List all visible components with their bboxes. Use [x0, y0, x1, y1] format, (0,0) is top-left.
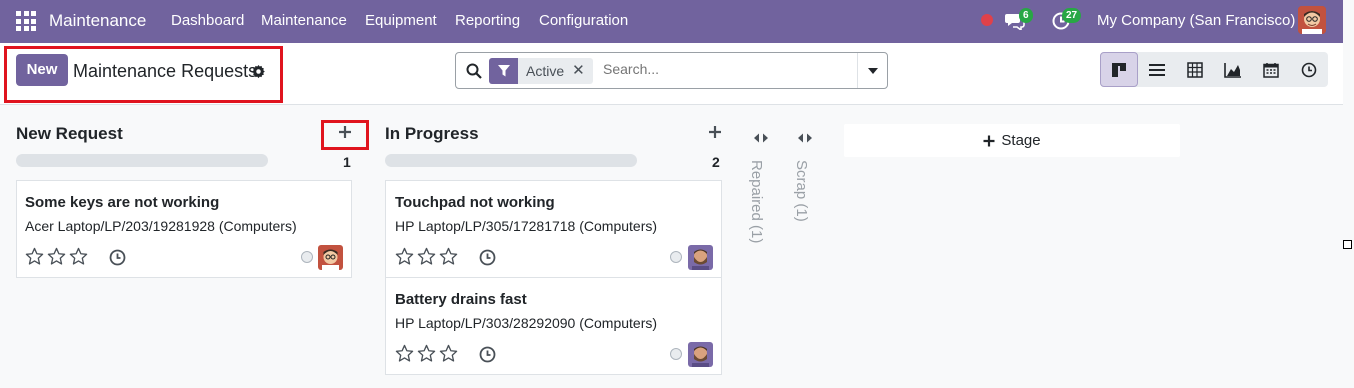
star-icon[interactable] — [395, 247, 414, 266]
menu-configuration[interactable]: Configuration — [539, 12, 628, 29]
list-view-icon[interactable] — [1138, 52, 1176, 87]
column-progress-bar[interactable] — [385, 154, 637, 167]
avatar[interactable] — [318, 245, 343, 270]
folded-column-scrap[interactable]: Scrap (1) — [793, 160, 810, 222]
calendar-view-icon[interactable] — [1252, 52, 1290, 87]
status-dot-icon[interactable] — [981, 14, 993, 26]
activity-clock-icon[interactable] — [479, 346, 496, 363]
kanban-state-dot[interactable] — [670, 251, 682, 263]
facet-remove-icon[interactable]: ✕ — [572, 58, 593, 84]
priority-stars[interactable] — [395, 247, 458, 266]
company-switcher[interactable]: My Company (San Francisco) — [1097, 12, 1295, 29]
star-icon[interactable] — [395, 344, 414, 363]
unfold-arrows-icon[interactable] — [753, 132, 769, 144]
star-icon[interactable] — [47, 247, 66, 266]
graph-view-icon[interactable] — [1214, 52, 1252, 87]
column-count: 1 — [343, 154, 351, 170]
column-title: In Progress — [385, 124, 479, 143]
view-switcher — [1100, 52, 1328, 87]
app-name[interactable]: Maintenance — [49, 11, 146, 31]
menu-maintenance[interactable]: Maintenance — [261, 12, 347, 29]
search-bar[interactable]: Active ✕ — [455, 52, 888, 89]
unfold-arrows-icon[interactable] — [797, 132, 813, 144]
search-options-toggle[interactable] — [857, 53, 887, 88]
menu-reporting[interactable]: Reporting — [455, 12, 520, 29]
star-icon[interactable] — [417, 344, 436, 363]
activities-badge: 27 — [1062, 8, 1082, 23]
facet-label: Active — [526, 63, 565, 79]
plus-icon — [983, 135, 995, 146]
avatar[interactable] — [688, 342, 713, 367]
add-card-plus-icon[interactable] — [337, 124, 353, 140]
card-title: Touchpad not working — [395, 194, 555, 211]
kanban-card[interactable]: Battery drains fast HP Laptop/LP/303/282… — [385, 277, 722, 375]
activity-view-icon[interactable] — [1290, 52, 1328, 87]
pivot-view-icon[interactable] — [1176, 52, 1214, 87]
star-icon[interactable] — [69, 247, 88, 266]
add-stage-button[interactable]: Stage — [844, 124, 1180, 157]
highlight-box — [4, 46, 283, 103]
kanban-card[interactable]: Some keys are not working Acer Laptop/LP… — [16, 180, 352, 278]
menu-equipment[interactable]: Equipment — [365, 12, 437, 29]
kanban-state-dot[interactable] — [670, 348, 682, 360]
card-title: Some keys are not working — [25, 194, 220, 211]
folded-column-repaired[interactable]: Repaired (1) — [748, 160, 765, 243]
user-avatar[interactable] — [1298, 6, 1326, 34]
kanban-card[interactable]: Touchpad not working HP Laptop/LP/305/17… — [385, 180, 722, 278]
card-title: Battery drains fast — [395, 291, 527, 308]
card-equipment: HP Laptop/LP/305/17281718 (Computers) — [395, 218, 658, 234]
star-icon[interactable] — [439, 344, 458, 363]
card-equipment: HP Laptop/LP/303/28292090 (Computers) — [395, 315, 658, 331]
column-title: New Request — [16, 124, 123, 143]
column-count: 2 — [712, 154, 720, 170]
filter-facet[interactable]: Active ✕ — [489, 58, 593, 84]
column-progress-bar[interactable] — [16, 154, 268, 167]
apps-grid-icon[interactable] — [16, 11, 36, 31]
star-icon[interactable] — [439, 247, 458, 266]
activity-clock-icon[interactable] — [109, 249, 126, 266]
card-equipment: Acer Laptop/LP/203/19281928 (Computers) — [25, 218, 297, 234]
add-stage-label: Stage — [1001, 132, 1041, 149]
top-navbar: Maintenance Dashboard Maintenance Equipm… — [0, 0, 1343, 43]
messages-badge: 6 — [1019, 8, 1033, 23]
activity-clock-icon[interactable] — [479, 249, 496, 266]
star-icon[interactable] — [417, 247, 436, 266]
resize-handle[interactable] — [1343, 240, 1352, 249]
avatar[interactable] — [688, 245, 713, 270]
add-card-plus-icon[interactable] — [707, 124, 723, 140]
search-icon — [466, 63, 482, 79]
filter-icon — [489, 58, 518, 84]
priority-stars[interactable] — [25, 247, 88, 266]
caret-down-icon — [867, 67, 878, 74]
priority-stars[interactable] — [395, 344, 458, 363]
menu-dashboard[interactable]: Dashboard — [171, 12, 244, 29]
kanban-view-icon[interactable] — [1100, 52, 1138, 87]
kanban-state-dot[interactable] — [301, 251, 313, 263]
search-input[interactable] — [603, 61, 853, 77]
star-icon[interactable] — [25, 247, 44, 266]
